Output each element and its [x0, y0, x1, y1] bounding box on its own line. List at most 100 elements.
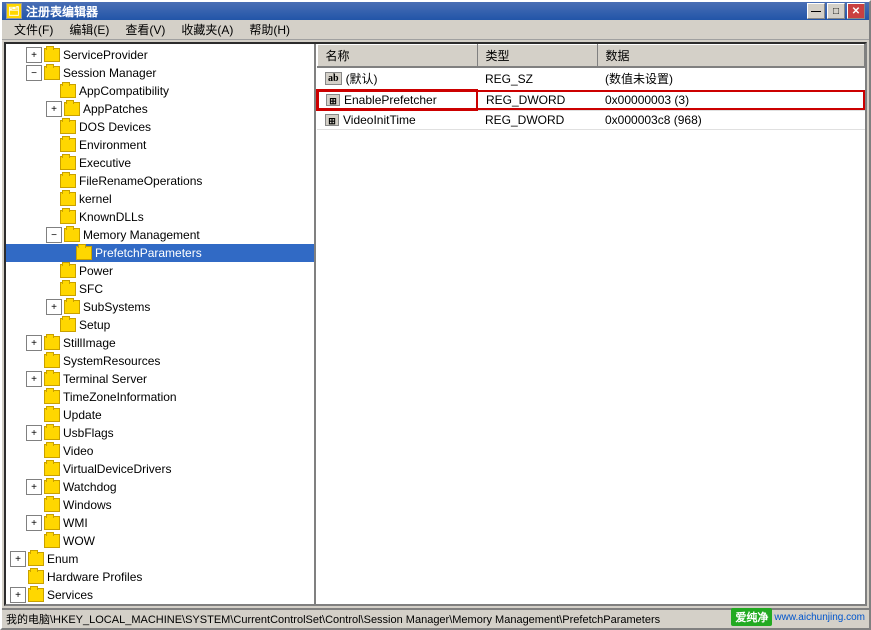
- folder-icon-power: [60, 264, 76, 278]
- tree-item-filerenameops[interactable]: FileRenameOperations: [6, 172, 314, 190]
- col-header-name[interactable]: 名称: [317, 45, 477, 68]
- folder-icon-sfc: [60, 282, 76, 296]
- tree-label: StillImage: [63, 336, 116, 350]
- folder-icon-stillimage: [44, 336, 60, 350]
- table-row-enableprefetcher[interactable]: ⊞ EnablePrefetcher REG_DWORD 0x00000003 …: [317, 90, 865, 110]
- row-data-default: (数值未设置): [597, 67, 865, 90]
- detail-pane: 名称 类型 数据 ab (默认) REG_SZ: [316, 44, 865, 604]
- row-name-default: (默认): [346, 70, 378, 87]
- tree-item-services[interactable]: + Services: [6, 586, 314, 604]
- tree-item-knowndlls[interactable]: KnownDLLs: [6, 208, 314, 226]
- tree-item-prefetchparams[interactable]: PrefetchParameters: [6, 244, 314, 262]
- status-bar: 我的电脑\HKEY_LOCAL_MACHINE\SYSTEM\CurrentCo…: [2, 608, 869, 628]
- tree-pane[interactable]: + ServiceProvider − Session Manager AppC…: [6, 44, 316, 604]
- folder-icon-video: [44, 444, 60, 458]
- expand-icon[interactable]: +: [26, 47, 42, 63]
- folder-icon-apppatches: [64, 102, 80, 116]
- tree-item-memorymgmt[interactable]: − Memory Management: [6, 226, 314, 244]
- row-type-enableprefetcher: REG_DWORD: [477, 90, 597, 110]
- tree-item-environment[interactable]: Environment: [6, 136, 314, 154]
- tree-item-subsystems[interactable]: + SubSystems: [6, 298, 314, 316]
- tree-label: kernel: [79, 192, 112, 206]
- folder-icon-watchdog: [44, 480, 60, 494]
- tree-label: Video: [63, 444, 93, 458]
- maximize-button[interactable]: □: [827, 3, 845, 19]
- tree-label: SystemResources: [63, 354, 160, 368]
- folder-icon-prefetchparams: [76, 246, 92, 260]
- close-button[interactable]: ✕: [847, 3, 865, 19]
- tree-label: AppCompatibility: [79, 84, 169, 98]
- tree-label: AppPatches: [83, 102, 148, 116]
- table-row-videoinittime[interactable]: ⊞ VideoInitTime REG_DWORD 0x000003c8 (96…: [317, 110, 865, 130]
- folder-icon-enum: [28, 552, 44, 566]
- expand-icon[interactable]: +: [26, 425, 42, 441]
- folder-icon-knowndlls: [60, 210, 76, 224]
- tree-item-kernel[interactable]: kernel: [6, 190, 314, 208]
- tree-label: KnownDLLs: [79, 210, 144, 224]
- tree-label: Watchdog: [63, 480, 117, 494]
- tree-item-sfc[interactable]: SFC: [6, 280, 314, 298]
- minimize-button[interactable]: —: [807, 3, 825, 19]
- folder-icon-virtualdevdrivers: [44, 462, 60, 476]
- menu-file[interactable]: 文件(F): [6, 19, 61, 40]
- tree-item-terminalserver[interactable]: + Terminal Server: [6, 370, 314, 388]
- tree-item-update[interactable]: Update: [6, 406, 314, 424]
- tree-item-sessionmanager[interactable]: − Session Manager: [6, 64, 314, 82]
- status-logo: 爱纯净 www.aichunjing.com: [731, 608, 865, 626]
- expand-icon[interactable]: +: [26, 335, 42, 351]
- expand-icon[interactable]: −: [46, 227, 62, 243]
- tree-label: SubSystems: [83, 300, 150, 314]
- tree-item-appcompat[interactable]: AppCompatibility: [6, 82, 314, 100]
- folder-icon-setup: [60, 318, 76, 332]
- tree-label: Power: [79, 264, 113, 278]
- menu-help[interactable]: 帮助(H): [241, 19, 298, 40]
- folder-icon-wow: [44, 534, 60, 548]
- expand-icon[interactable]: +: [46, 299, 62, 315]
- tree-item-dosdevices[interactable]: DOS Devices: [6, 118, 314, 136]
- folder-open-icon-sessionmanager: [44, 66, 60, 80]
- expand-icon[interactable]: −: [26, 65, 42, 81]
- menu-favorites[interactable]: 收藏夹(A): [173, 19, 241, 40]
- tree-item-stillimage[interactable]: + StillImage: [6, 334, 314, 352]
- col-header-type[interactable]: 类型: [477, 45, 597, 68]
- logo-blue-text: www.aichunjing.com: [774, 612, 865, 623]
- menu-view[interactable]: 查看(V): [117, 19, 173, 40]
- tree-item-apppatches[interactable]: + AppPatches: [6, 100, 314, 118]
- tree-label: Services: [47, 588, 93, 602]
- expand-icon[interactable]: +: [26, 515, 42, 531]
- tree-item-enum[interactable]: + Enum: [6, 550, 314, 568]
- tree-label: VirtualDeviceDrivers: [63, 462, 171, 476]
- expand-icon[interactable]: +: [46, 101, 62, 117]
- tree-item-sysresources[interactable]: SystemResources: [6, 352, 314, 370]
- tree-item-serviceprovider[interactable]: + ServiceProvider: [6, 46, 314, 64]
- tree-item-watchdog[interactable]: + Watchdog: [6, 478, 314, 496]
- tree-item-timezoneinfo[interactable]: TimeZoneInformation: [6, 388, 314, 406]
- tree-label: WOW: [63, 534, 95, 548]
- tree-label: SFC: [79, 282, 103, 296]
- tree-label: Executive: [79, 156, 131, 170]
- col-header-data[interactable]: 数据: [597, 45, 865, 68]
- tree-item-setup[interactable]: Setup: [6, 316, 314, 334]
- tree-item-executive[interactable]: Executive: [6, 154, 314, 172]
- reg-icon-ab: ab: [325, 72, 342, 85]
- expand-icon[interactable]: +: [26, 371, 42, 387]
- folder-icon-serviceprovider: [44, 48, 60, 62]
- tree-item-wow[interactable]: WOW: [6, 532, 314, 550]
- expand-icon[interactable]: +: [10, 551, 26, 567]
- expand-icon[interactable]: +: [10, 587, 26, 603]
- tree-label: FileRenameOperations: [79, 174, 202, 188]
- tree-label: UsbFlags: [63, 426, 114, 440]
- reg-icon-dword-vit: ⊞: [325, 114, 339, 126]
- table-row[interactable]: ab (默认) REG_SZ (数值未设置): [317, 67, 865, 90]
- menu-edit[interactable]: 编辑(E): [61, 19, 117, 40]
- expand-icon[interactable]: +: [26, 479, 42, 495]
- menu-bar: 文件(F) 编辑(E) 查看(V) 收藏夹(A) 帮助(H): [2, 20, 869, 40]
- tree-item-video[interactable]: Video: [6, 442, 314, 460]
- tree-item-virtualdevdrivers[interactable]: VirtualDeviceDrivers: [6, 460, 314, 478]
- tree-item-wmi[interactable]: + WMI: [6, 514, 314, 532]
- tree-item-power[interactable]: Power: [6, 262, 314, 280]
- tree-item-usbflags[interactable]: + UsbFlags: [6, 424, 314, 442]
- tree-item-hwprofiles[interactable]: Hardware Profiles: [6, 568, 314, 586]
- tree-label: TimeZoneInformation: [63, 390, 177, 404]
- tree-item-windows[interactable]: Windows: [6, 496, 314, 514]
